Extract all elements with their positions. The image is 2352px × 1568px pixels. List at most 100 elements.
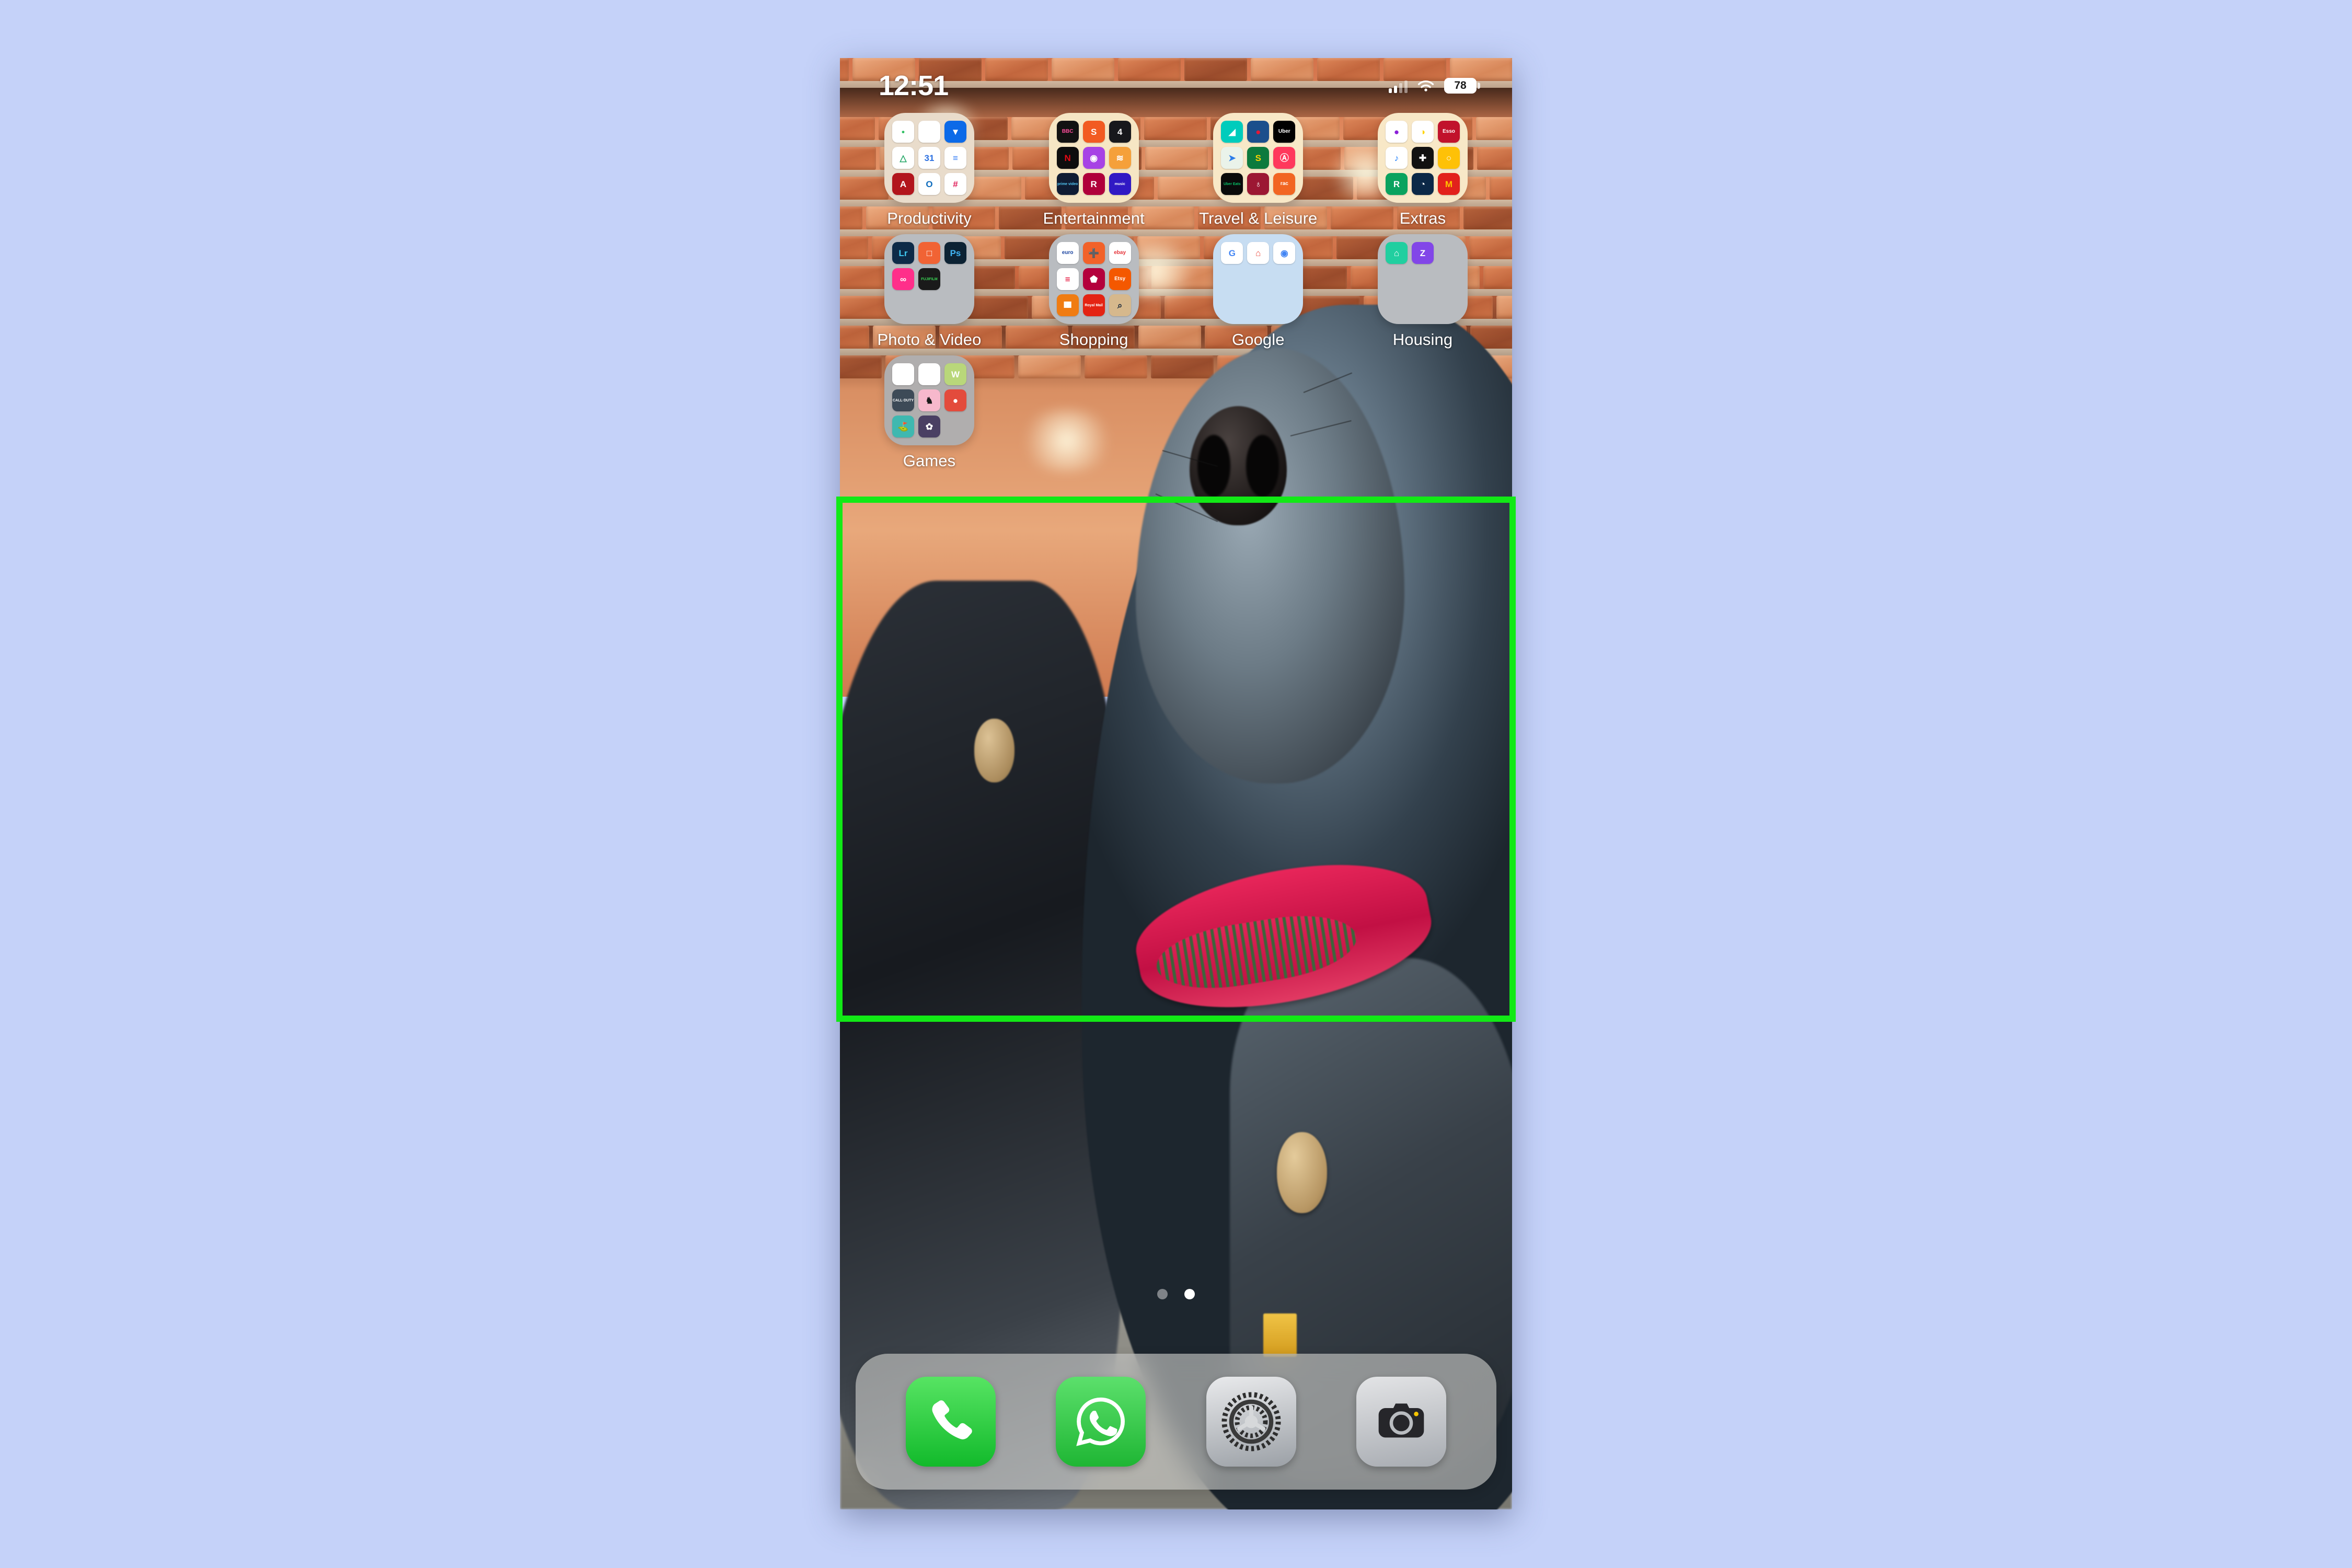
folder-extras[interactable]: ● ◑ Esso ♪ ✚ ○ R ◔ M Extras bbox=[1348, 113, 1497, 228]
wifi-icon bbox=[1417, 80, 1434, 91]
harness-buckle bbox=[1263, 1313, 1297, 1357]
folder-slot-empty bbox=[1438, 268, 1460, 290]
dock-app-phone[interactable] bbox=[905, 1377, 996, 1467]
app-icon-google-docs[interactable]: ≡ bbox=[944, 147, 966, 169]
folder-tile[interactable]: G ⌂ ◉ bbox=[1213, 234, 1304, 324]
app-icon-adobe-creative-cloud[interactable]: ∞ bbox=[892, 268, 914, 290]
app-icon-amazon[interactable]: ⌕ bbox=[1109, 294, 1131, 316]
folder-label: Shopping bbox=[1059, 330, 1128, 349]
app-icon-shell[interactable]: ◑ bbox=[1411, 121, 1434, 143]
dock-app-camera[interactable] bbox=[1356, 1377, 1447, 1467]
app-icon-barcode-scanner[interactable]: ▐█▌ bbox=[1056, 294, 1079, 316]
folder-tile[interactable]: Lr □ Ps ∞ FUJIFILM bbox=[884, 234, 974, 324]
app-icon-word-puzzle-game[interactable] bbox=[892, 363, 914, 385]
app-icon-tips[interactable]: ○ bbox=[1437, 147, 1460, 169]
app-icon-outlook[interactable]: O bbox=[918, 173, 940, 195]
folder-tile[interactable]: BBC S 4 N ◉ ≋ prime video Rmusic bbox=[1048, 113, 1139, 203]
app-icon-lightroom[interactable]: Lr bbox=[892, 242, 914, 264]
folder-shopping[interactable]: euro ➕ ebay ≡ ⬟ Etsy ▐█▌ Royal Mail ⌕ Shopping bbox=[1019, 234, 1169, 349]
app-icon-golf-game[interactable]: ⛳ bbox=[892, 416, 914, 437]
status-bar: 12:51 78 bbox=[840, 58, 1512, 113]
app-icon-rover[interactable]: R bbox=[1385, 173, 1408, 195]
app-icon-shazam[interactable]: ♪ bbox=[1385, 147, 1408, 169]
app-icon-argos[interactable]: ≡ bbox=[1056, 268, 1079, 290]
page-dot-1[interactable] bbox=[1157, 1289, 1168, 1299]
app-icon-rakuten-tv[interactable]: R bbox=[1082, 173, 1105, 195]
app-icon-evernote[interactable]: • bbox=[892, 121, 914, 143]
app-icon-google-calendar[interactable]: 31 bbox=[918, 147, 940, 169]
app-icon-apple-maps[interactable]: ➤ bbox=[1221, 147, 1243, 169]
app-icon-parcel-tracker[interactable]: ⬟ bbox=[1082, 268, 1105, 290]
app-icon-chrome[interactable]: ◉ bbox=[1273, 242, 1296, 264]
folder-productivity[interactable]: • ▼ △ 31 ≡ A O # Productivity bbox=[855, 113, 1004, 228]
dock-app-settings[interactable] bbox=[1206, 1377, 1296, 1467]
app-icon-apple-podcasts[interactable]: ◉ bbox=[1082, 147, 1105, 169]
app-icon-deliveroo[interactable]: ◢ bbox=[1221, 121, 1243, 143]
app-icon-audible[interactable]: ≋ bbox=[1109, 147, 1131, 169]
app-icon-bbc-iplayer[interactable]: BBC bbox=[1056, 121, 1079, 143]
app-icon-wordscapes[interactable]: W bbox=[944, 363, 966, 385]
app-icon-rightmove[interactable]: ⌂ bbox=[1385, 242, 1408, 264]
folder-tile[interactable]: ⌂ Z bbox=[1377, 234, 1468, 324]
app-icon-etsy[interactable]: Etsy bbox=[1109, 268, 1131, 290]
app-icon-google-home[interactable]: ⌂ bbox=[1247, 242, 1270, 264]
app-icon-vivino[interactable]: ♁ bbox=[1247, 173, 1270, 195]
app-icon-slack[interactable]: # bbox=[944, 173, 966, 195]
app-icon-call-of-duty-mobile[interactable]: CALL·DUTY bbox=[892, 389, 914, 411]
app-icon-uber[interactable]: Uber bbox=[1273, 121, 1296, 143]
app-icon-google[interactable]: G bbox=[1221, 242, 1243, 264]
app-icon-mcdonalds[interactable]: M bbox=[1437, 173, 1460, 195]
app-icon-subway[interactable]: S bbox=[1247, 147, 1270, 169]
page-dot-2[interactable] bbox=[1184, 1289, 1195, 1299]
phone-screen: 12:51 78 • ▼ △ 31 ≡ A O # Productivity BBC S 4 N ◉ ≋ pr… bbox=[840, 58, 1512, 1509]
folder-travel-leisure[interactable]: ◢ ● Uber ➤ S Ⓐ Uber Eats ♁ rac Travel & Leisure bbox=[1183, 113, 1333, 228]
app-icon-messages-app[interactable]: ● bbox=[1385, 121, 1408, 143]
folder-tile[interactable]: ◢ ● Uber ➤ S Ⓐ Uber Eats ♁ rac bbox=[1213, 113, 1304, 203]
app-icon-uber-eats[interactable]: Uber Eats bbox=[1221, 173, 1243, 195]
folder-slot-empty bbox=[1386, 294, 1408, 316]
app-icon-lightroom-mobile[interactable]: □ bbox=[918, 242, 940, 264]
page-indicator-dots[interactable] bbox=[840, 1289, 1512, 1299]
folder-games[interactable]: W CALL·DUTY ♞ ● ⛳ ✿ Games bbox=[855, 355, 1004, 470]
folder-entertainment[interactable]: BBC S 4 N ◉ ≋ prime video Rmusic Entertainment bbox=[1019, 113, 1169, 228]
app-icon-bowling-game[interactable]: ● bbox=[944, 389, 966, 411]
app-icon-airbnb[interactable]: Ⓐ bbox=[1273, 147, 1296, 169]
app-icon-plus-app[interactable]: ➕ bbox=[1082, 242, 1105, 264]
app-icon-chess[interactable]: ♞ bbox=[918, 389, 940, 411]
dock-app-whatsapp[interactable] bbox=[1056, 1377, 1146, 1467]
dock bbox=[856, 1354, 1496, 1490]
app-icon-fujifilm-camera-remote[interactable]: FUJIFILM bbox=[918, 268, 940, 290]
app-icon-sudoku[interactable] bbox=[918, 363, 940, 385]
home-screen-row: Lr □ Ps ∞ FUJIFILM Photo & Video euro ➕ ebay ≡ ⬟ Et… bbox=[855, 234, 1497, 349]
folder-label: Entertainment bbox=[1043, 209, 1145, 227]
app-icon-photoshop[interactable]: Ps bbox=[944, 242, 966, 264]
app-icon-bbc-sounds[interactable]: S bbox=[1082, 121, 1105, 143]
folder-slot-empty bbox=[1273, 268, 1295, 290]
app-icon-ebay[interactable]: ebay bbox=[1109, 242, 1131, 264]
app-icon-amazon-music[interactable]: music bbox=[1109, 173, 1131, 195]
app-icon-dropbox[interactable]: ▼ bbox=[944, 121, 966, 143]
folder-photo-video[interactable]: Lr □ Ps ∞ FUJIFILM Photo & Video bbox=[855, 234, 1004, 349]
app-icon-zoopla[interactable]: Z bbox=[1411, 242, 1434, 264]
app-icon-royal-mail[interactable]: Royal Mail bbox=[1082, 294, 1105, 316]
folder-slot-empty bbox=[1438, 242, 1460, 264]
app-icon-rac[interactable]: rac bbox=[1273, 173, 1296, 195]
folder-housing[interactable]: ⌂ Z Housing bbox=[1348, 234, 1497, 349]
app-icon-colour-book-game[interactable]: ✿ bbox=[918, 416, 940, 437]
app-icon-my-bmw[interactable]: ◔ bbox=[1411, 173, 1434, 195]
folder-google[interactable]: G ⌂ ◉ Google bbox=[1183, 234, 1333, 349]
app-icon-compass[interactable]: ✚ bbox=[1411, 147, 1434, 169]
app-icon-netflix[interactable]: N bbox=[1056, 147, 1079, 169]
folder-tile[interactable]: ● ◑ Esso ♪ ✚ ○ R ◔ M bbox=[1377, 113, 1468, 203]
app-icon-prime-video[interactable]: prime video bbox=[1056, 173, 1079, 195]
app-icon-files[interactable] bbox=[918, 121, 940, 143]
app-icon-esso[interactable]: Esso bbox=[1437, 121, 1460, 143]
app-icon-all-4[interactable]: 4 bbox=[1109, 121, 1131, 143]
folder-tile[interactable]: • ▼ △ 31 ≡ A O # bbox=[884, 113, 974, 203]
app-icon-euro-car-parts[interactable]: euro bbox=[1056, 242, 1079, 264]
app-icon-dominos[interactable]: ● bbox=[1247, 121, 1270, 143]
folder-tile[interactable]: euro ➕ ebay ≡ ⬟ Etsy ▐█▌ Royal Mail ⌕ bbox=[1048, 234, 1139, 324]
folder-tile[interactable]: W CALL·DUTY ♞ ● ⛳ ✿ bbox=[884, 355, 974, 445]
app-icon-adobe-acrobat[interactable]: A bbox=[892, 173, 914, 195]
app-icon-google-drive[interactable]: △ bbox=[892, 147, 914, 169]
